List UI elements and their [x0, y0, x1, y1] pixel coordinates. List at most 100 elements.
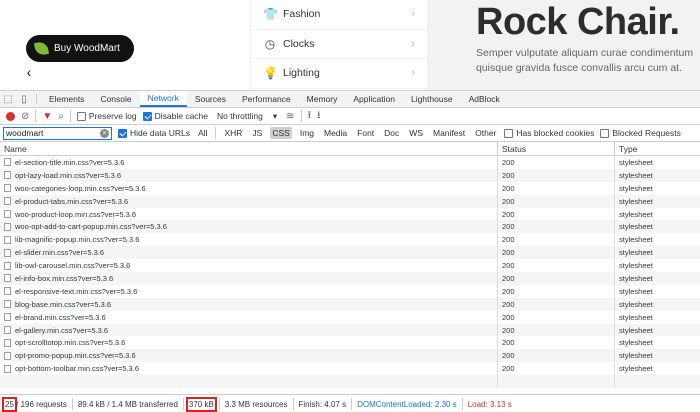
- cell-name: blog-base.min.css?ver=5.3.6: [0, 297, 498, 311]
- table-row[interactable]: el-slider.min.css?ver=5.3.6 200 stylesheet: [0, 246, 700, 260]
- import-har-icon[interactable]: ⭱: [308, 108, 312, 125]
- checkbox[interactable]: [504, 128, 514, 138]
- table-row[interactable]: [0, 375, 700, 388]
- table-row[interactable]: opt-lazy-load.min.css?ver=5.3.6 200 styles…: [0, 168, 700, 182]
- request-name: lib-magnific-popup.min.css?ver=5.3.6: [15, 235, 140, 245]
- cell-name: opt-lazy-load.min.css?ver=5.3.6: [0, 168, 498, 182]
- clear-icon[interactable]: ⊘: [21, 111, 29, 122]
- menu-item-clocks[interactable]: ◷ Clocks ›: [251, 30, 427, 59]
- checkbox[interactable]: [76, 111, 86, 121]
- disable-cache-checkbox[interactable]: Disable cache: [142, 111, 208, 121]
- tab-elements[interactable]: Elements: [41, 91, 92, 107]
- table-row[interactable]: opt-bottom-toolbar.min.css?ver=5.3.6 200 s…: [0, 362, 700, 376]
- cell-status: 200: [498, 362, 615, 376]
- menu-item-fashion[interactable]: 👕 Fashion ›: [251, 0, 427, 30]
- cell-status: 200: [498, 233, 615, 247]
- cell-type: stylesheet: [619, 273, 653, 283]
- slider-prev-button[interactable]: ‹: [18, 62, 40, 82]
- tab-adblock[interactable]: AdBlock: [461, 91, 508, 107]
- checkbox[interactable]: [142, 111, 152, 121]
- divider: [35, 110, 37, 122]
- type-filter-manifest[interactable]: Manifest: [431, 127, 467, 139]
- table-row[interactable]: el-brand.min.css?ver=5.3.6 200 stylesheet: [0, 310, 700, 324]
- table-row[interactable]: opt-promo-popup.min.css?ver=5.3.6 200 styl…: [0, 349, 700, 363]
- file-icon: [4, 261, 11, 270]
- leaf-icon: [33, 40, 50, 57]
- request-name: lib-owl-carousel.min.css?ver=5.3.6: [15, 261, 131, 271]
- type-filter-ws[interactable]: WS: [407, 127, 425, 139]
- device-toggle-icon[interactable]: ▯: [16, 91, 32, 107]
- search-icon[interactable]: ⌕: [58, 111, 64, 122]
- website-preview: Buy WoodMart ‹ 👕 Fashion › ◷ Clocks › 💡 …: [0, 0, 700, 90]
- tab-network[interactable]: Network: [139, 91, 187, 107]
- throttling-value: No throttling: [217, 111, 263, 121]
- filter-input-box[interactable]: ×: [3, 126, 112, 140]
- file-icon: [4, 274, 11, 283]
- tab-performance[interactable]: Performance: [234, 91, 299, 107]
- cell-type: stylesheet: [619, 183, 653, 193]
- requests-table-body: el-section-title.min.css?ver=5.3.6 200 sty…: [0, 156, 700, 388]
- request-name: woo-product-loop.min.css?ver=5.3.6: [15, 209, 137, 219]
- table-row[interactable]: el-product-tabs.min.css?ver=5.3.6 200 styl…: [0, 194, 700, 208]
- type-filter-media[interactable]: Media: [322, 127, 349, 139]
- type-filter-doc[interactable]: Doc: [382, 127, 401, 139]
- tab-memory[interactable]: Memory: [299, 91, 346, 107]
- table-row[interactable]: woo-categories-loop.min.css?ver=5.3.6 200…: [0, 181, 700, 195]
- preserve-log-checkbox[interactable]: Preserve log: [76, 111, 137, 121]
- blocked-cookies-checkbox[interactable]: Has blocked cookies: [504, 128, 594, 138]
- hide-data-urls-checkbox[interactable]: Hide data URLs: [118, 128, 190, 138]
- table-row[interactable]: lib-magnific-popup.min.css?ver=5.3.6 200 s…: [0, 233, 700, 247]
- tab-application[interactable]: Application: [345, 91, 403, 107]
- filter-icon[interactable]: ▼: [42, 111, 52, 122]
- column-header-name[interactable]: Name: [0, 142, 498, 155]
- load-time: Load: 3.13 s: [467, 399, 512, 409]
- tab-lighthouse[interactable]: Lighthouse: [403, 91, 461, 107]
- type-filter-img[interactable]: Img: [298, 127, 316, 139]
- cell-type: stylesheet: [619, 325, 653, 335]
- cell-status: 200: [498, 246, 615, 260]
- tab-sources[interactable]: Sources: [187, 91, 234, 107]
- cell-status: [498, 375, 615, 388]
- type-filter-all[interactable]: All: [196, 127, 209, 139]
- blocked-requests-checkbox[interactable]: Blocked Requests: [600, 128, 681, 138]
- checkbox[interactable]: [118, 128, 127, 138]
- export-har-icon[interactable]: ⭳: [317, 108, 321, 125]
- tab-console[interactable]: Console: [92, 91, 139, 107]
- file-icon: [4, 326, 11, 335]
- table-row[interactable]: el-section-title.min.css?ver=5.3.6 200 sty…: [0, 156, 700, 169]
- devtools-tabbar: ⬚ ▯ Elements Console Network Sources Per…: [0, 91, 700, 108]
- menu-item-label: Lighting: [283, 67, 320, 80]
- column-header-status[interactable]: Status: [498, 142, 615, 155]
- table-row[interactable]: woo-product-loop.min.css?ver=5.3.6 200 sty…: [0, 207, 700, 221]
- cell-name: opt-bottom-toolbar.min.css?ver=5.3.6: [0, 362, 498, 376]
- divider: [69, 110, 71, 122]
- table-row[interactable]: el-responsive-text.min.css?ver=5.3.6 200 s…: [0, 284, 700, 298]
- clear-filter-icon[interactable]: ×: [100, 128, 109, 138]
- type-filter-font[interactable]: Font: [355, 127, 376, 139]
- table-row[interactable]: woo-opt-add-to-cart-popup.min.css?ver=5.…: [0, 220, 700, 234]
- blocked-requests-label: Blocked Requests: [612, 128, 681, 138]
- table-row[interactable]: el-gallery.min.css?ver=5.3.6 200 styleshee…: [0, 323, 700, 337]
- request-name: opt-promo-popup.min.css?ver=5.3.6: [15, 351, 136, 361]
- table-row[interactable]: lib-owl-carousel.min.css?ver=5.3.6 200 sty…: [0, 259, 700, 273]
- throttling-select[interactable]: No throttling ▾: [214, 111, 280, 122]
- cell-name: el-slider.min.css?ver=5.3.6: [0, 246, 498, 260]
- cell-type: [615, 375, 700, 388]
- record-icon[interactable]: [6, 111, 15, 121]
- filter-input[interactable]: [6, 128, 102, 138]
- buy-woodmart-button[interactable]: Buy WoodMart: [26, 35, 134, 62]
- checkbox[interactable]: [600, 128, 610, 138]
- column-header-type[interactable]: Type: [615, 142, 700, 155]
- type-filter-xhr[interactable]: XHR: [222, 127, 244, 139]
- menu-item-lighting[interactable]: 💡 Lighting ›: [251, 59, 427, 89]
- table-row[interactable]: el-info-box.min.css?ver=5.3.6 200 styleshe…: [0, 272, 700, 285]
- table-row[interactable]: opt-scrolltotop.min.css?ver=5.3.6 200 styl…: [0, 336, 700, 350]
- filtered-request-count: 25: [2, 396, 17, 412]
- wifi-icon[interactable]: ≋: [286, 111, 294, 122]
- inspect-element-icon[interactable]: ⬚: [0, 91, 16, 107]
- finish-time: Finish: 4.07 s: [294, 398, 353, 410]
- type-filter-other[interactable]: Other: [473, 127, 498, 139]
- type-filter-css[interactable]: CSS: [270, 127, 292, 139]
- type-filter-js[interactable]: JS: [250, 127, 264, 139]
- table-row[interactable]: blog-base.min.css?ver=5.3.6 200 stylesheet: [0, 297, 700, 311]
